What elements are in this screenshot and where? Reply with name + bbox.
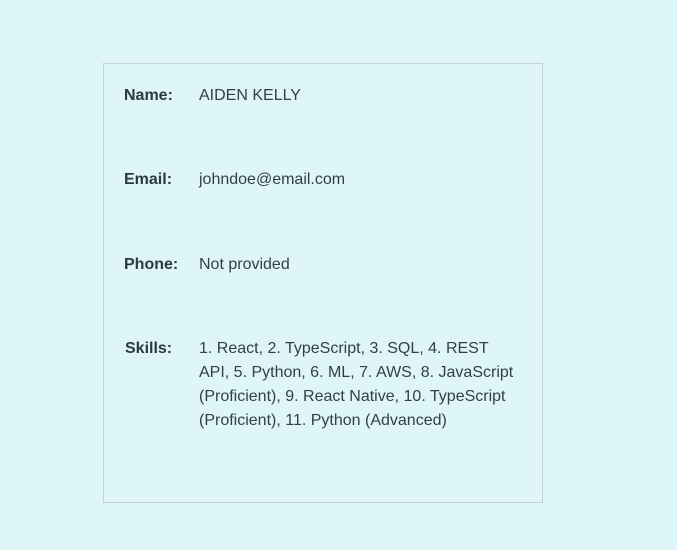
phone-row: Phone: Not provided bbox=[124, 253, 522, 277]
skills-label: Skills: bbox=[125, 340, 173, 357]
phone-value: Not provided bbox=[199, 256, 290, 273]
email-row: Email: johndoe@email.com bbox=[124, 168, 522, 192]
profile-card: Name: AIDEN KELLY Email: johndoe@email.c… bbox=[103, 63, 543, 503]
name-label: Name: bbox=[124, 87, 173, 104]
skills-value: 1. React, 2. TypeScript, 3. SQL, 4. REST… bbox=[199, 340, 514, 429]
name-row: Name: AIDEN KELLY bbox=[124, 84, 522, 108]
name-value: AIDEN KELLY bbox=[199, 87, 301, 104]
phone-label: Phone: bbox=[124, 256, 179, 273]
email-value: johndoe@email.com bbox=[199, 171, 346, 188]
email-label: Email: bbox=[124, 171, 173, 188]
skills-row: Skills: 1. React, 2. TypeScript, 3. SQL,… bbox=[124, 337, 522, 433]
